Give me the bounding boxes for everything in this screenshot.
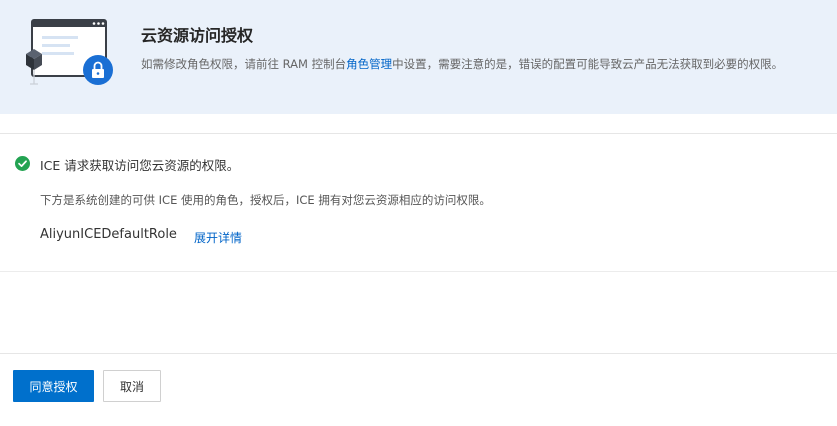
cancel-button[interactable]: 取消 xyxy=(103,370,161,402)
description-text-before: 如需修改角色权限，请前往 RAM 控制台 xyxy=(141,57,347,71)
divider xyxy=(0,271,837,272)
authorization-header: 云资源访问授权 如需修改角色权限，请前往 RAM 控制台角色管理中设置，需要注意… xyxy=(0,0,837,114)
divider xyxy=(0,133,837,134)
check-circle-icon xyxy=(15,156,30,171)
expand-details-link[interactable]: 展开详情 xyxy=(194,229,242,246)
page-title: 云资源访问授权 xyxy=(141,26,254,45)
footer-divider xyxy=(0,353,837,354)
role-management-link[interactable]: 角色管理 xyxy=(346,57,392,71)
description-text-after: 中设置，需要注意的是，错误的配置可能导致云产品无法获取到必要的权限。 xyxy=(392,57,784,71)
agree-authorize-button[interactable]: 同意授权 xyxy=(13,370,94,402)
header-description: 如需修改角色权限，请前往 RAM 控制台角色管理中设置，需要注意的是，错误的配置… xyxy=(141,56,783,72)
status-message: ICE 请求获取访问您云资源的权限。 xyxy=(40,158,240,173)
role-description: 下方是系统创建的可供 ICE 使用的角色，授权后，ICE 拥有对您云资源相应的访… xyxy=(40,193,491,207)
role-name: AliyunICEDefaultRole xyxy=(40,227,177,242)
lock-shield-illustration-icon xyxy=(26,19,113,85)
